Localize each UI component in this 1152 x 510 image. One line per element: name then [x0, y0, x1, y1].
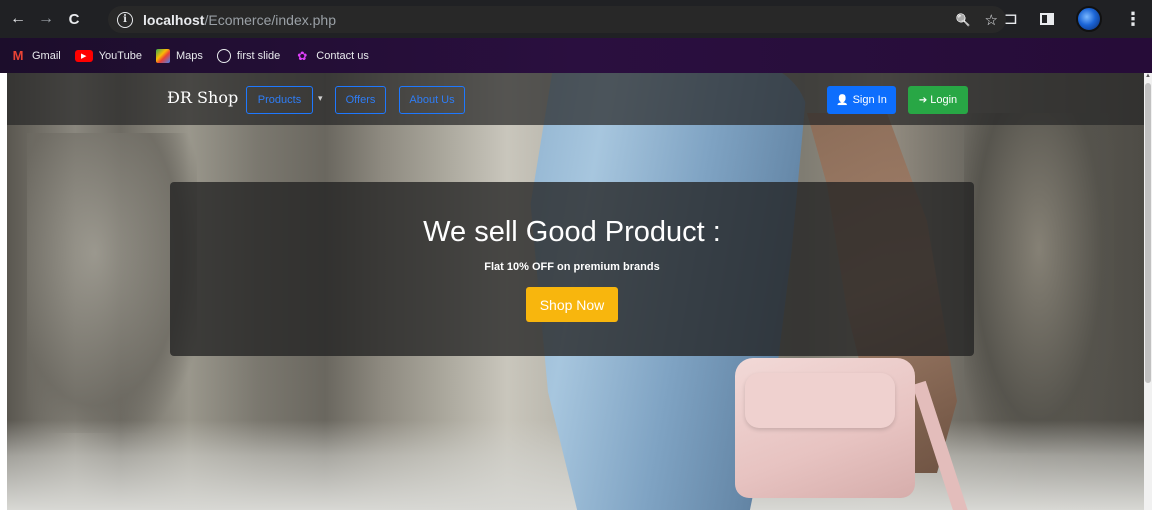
login-button[interactable]: ➔ Login — [908, 86, 968, 114]
background-pillar — [964, 113, 1114, 453]
bookmark-label: Contact us — [316, 49, 369, 62]
sign-in-button[interactable]: 👤 Sign In — [827, 86, 896, 114]
site-navbar: ÐR Shop Products ▾ Offers About Us 👤 Sig… — [7, 73, 1144, 125]
globe-icon — [216, 48, 231, 63]
user-icon: 👤 — [836, 94, 849, 106]
nav-about-us[interactable]: About Us — [399, 86, 465, 114]
bookmark-label: YouTube — [98, 49, 142, 62]
bookmark-first-slide[interactable]: first slide — [216, 48, 281, 63]
bookmark-label: Gmail — [32, 49, 61, 62]
hero-title: We sell Good Product : — [423, 216, 721, 248]
contact-icon: ✿ — [297, 48, 308, 63]
browser-actions: ⊐ ⋮ — [1004, 0, 1142, 38]
bookmark-youtube[interactable]: ▶ YouTube — [74, 49, 142, 62]
nav-offers[interactable]: Offers — [335, 86, 386, 114]
sign-in-label: Sign In — [852, 94, 887, 106]
bookmark-label: Maps — [175, 49, 203, 62]
zoom-icon[interactable]: 🔍 — [956, 13, 971, 27]
url-host: localhost — [143, 11, 205, 28]
scroll-thumb[interactable] — [1145, 83, 1151, 383]
bookmark-star-icon[interactable]: ☆ — [985, 11, 998, 29]
site-info-icon[interactable]: i — [117, 11, 133, 28]
maps-icon — [155, 48, 170, 63]
brand-logo[interactable]: ÐR Shop — [167, 88, 238, 107]
forward-icon[interactable]: → — [32, 5, 60, 33]
page-viewport: ÐR Shop Products ▾ Offers About Us 👤 Sig… — [7, 73, 1144, 510]
youtube-icon: ▶ — [74, 49, 93, 62]
menu-icon[interactable]: ⋮ — [1124, 9, 1142, 30]
shop-now-button[interactable]: Shop Now — [526, 287, 618, 322]
hero-caption: We sell Good Product : Flat 10% OFF on p… — [170, 182, 974, 356]
browser-toolbar: ← → C i localhost/Ecomerce/index.php 🔍 ☆… — [0, 0, 1152, 38]
bookmark-label: first slide — [236, 49, 281, 62]
profile-avatar[interactable] — [1076, 6, 1102, 32]
nav-products[interactable]: Products — [246, 86, 313, 114]
omnibox-actions: 🔍 ☆ — [956, 6, 998, 33]
hero-bag-flap — [745, 373, 895, 428]
hero-subtitle: Flat 10% OFF on premium brands — [484, 261, 660, 273]
reload-icon[interactable]: C — [60, 5, 88, 33]
scroll-up-icon[interactable]: ▲ — [1144, 73, 1152, 79]
login-label: Login — [930, 94, 958, 106]
extensions-icon[interactable]: ⊐ — [1004, 9, 1018, 29]
back-icon[interactable]: ← — [4, 5, 32, 33]
bookmark-maps[interactable]: Maps — [155, 48, 203, 63]
sign-in-arrow-icon: ➔ — [918, 94, 928, 106]
bookmark-contact-us[interactable]: ✿ Contact us — [294, 49, 369, 63]
page-scrollbar[interactable]: ▲ — [1144, 73, 1152, 510]
gmail-icon: M — [12, 48, 24, 63]
products-dropdown-caret-icon[interactable]: ▾ — [318, 93, 323, 104]
address-bar[interactable]: i localhost/Ecomerce/index.php 🔍 ☆ — [108, 6, 1006, 33]
url-path: /Ecomerce/index.php — [204, 11, 336, 28]
bookmark-gmail[interactable]: M Gmail — [10, 48, 61, 63]
side-panel-icon[interactable] — [1040, 13, 1054, 25]
bookmarks-bar: M Gmail ▶ YouTube Maps first slide ✿ Con… — [0, 38, 1152, 73]
